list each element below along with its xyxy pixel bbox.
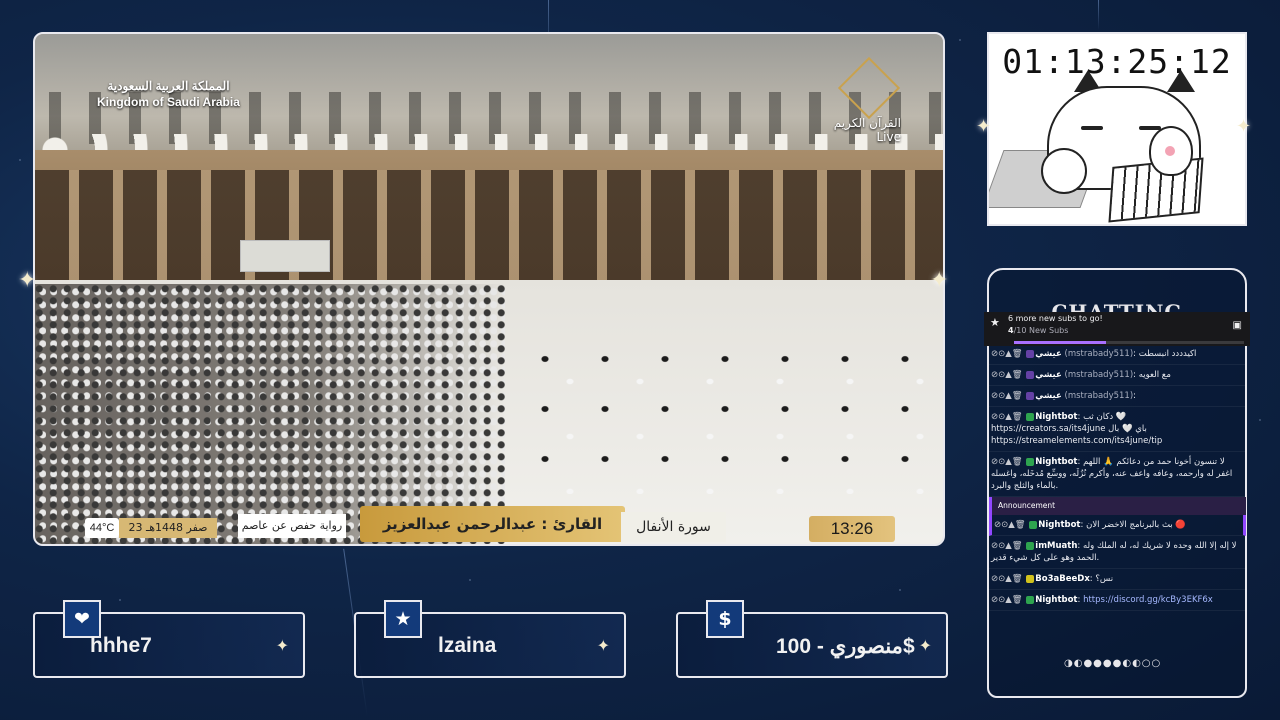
- subscriber-name: lzaina: [438, 634, 497, 657]
- chat-username[interactable]: Nightbot: [1035, 457, 1077, 467]
- broadcaster-watermark: المملكة العربية السعودية Kingdom of Saud…: [97, 78, 240, 110]
- chat-message[interactable]: ⊘⊙▲🗑 Nightbot: https://discord.gg/kcBy3E…: [989, 590, 1246, 611]
- chat-text: مع العويه: [1138, 370, 1171, 380]
- heart-icon: ❤: [63, 600, 101, 638]
- chat-username[interactable]: عيشي: [1035, 391, 1062, 401]
- mod-action-icons[interactable]: ⊘⊙▲🗑: [991, 457, 1025, 467]
- user-badge-icon: [1026, 349, 1035, 358]
- mod-action-icons[interactable]: ⊘⊙▲🗑: [991, 595, 1025, 605]
- reader-name: القارئ : عبدالرحمن عبدالعزيز السديس: [360, 506, 625, 542]
- mod-action-icons[interactable]: ⊘⊙▲🗑: [991, 541, 1025, 551]
- sparkle-icon: ✦: [930, 268, 949, 293]
- cat-ear: [1167, 70, 1195, 92]
- chat-message[interactable]: ⊘⊙▲🗑 عيشي (mstrabady511):: [989, 386, 1246, 407]
- chat-text: اكيدددد انبسطت: [1138, 349, 1197, 359]
- stream-timer: 01:13:25:12: [1002, 42, 1232, 81]
- chat-message[interactable]: ⊘⊙▲🗑 Nightbot: دكان ثب 🤍 https://creator…: [989, 407, 1246, 452]
- live-label: Live: [876, 130, 901, 144]
- sparkle-icon: ✦: [918, 636, 932, 655]
- chat-message[interactable]: ⊘⊙▲🗑 Bo3aBeeDx: نس؟: [989, 569, 1246, 590]
- alert-panel-subscriber: ★ lzaina ✦: [354, 600, 626, 678]
- country-arabic: المملكة العربية السعودية: [107, 79, 230, 93]
- goal-progress: 4/10 New Subs: [1008, 326, 1069, 335]
- chat-username[interactable]: Bo3aBeeDx: [1035, 574, 1090, 584]
- star-icon: ★: [990, 316, 1000, 329]
- surah-name: سورة الأنفال: [621, 512, 726, 542]
- chat-handle: (mstrabady511): [1064, 370, 1134, 380]
- pilgrims: [515, 334, 935, 494]
- announcement-header: Announcement: [989, 497, 1246, 515]
- goal-text: 6 more new subs to go!: [1008, 314, 1103, 323]
- chat-username[interactable]: Nightbot: [1038, 520, 1080, 530]
- chat-message[interactable]: ⊘⊙▲🗑 عيشي (mstrabady511): اكيدددد انبسطت: [989, 344, 1246, 365]
- chat-text: نس؟: [1095, 574, 1114, 584]
- chat-handle: (mstrabady511): [1064, 349, 1134, 359]
- chat-message[interactable]: ⊘⊙▲🗑 عيشي (mstrabady511): مع العويه: [989, 365, 1246, 386]
- webcam-frame: 01:13:25:12: [987, 32, 1247, 226]
- broadcast-clock: 13:26: [809, 516, 895, 542]
- user-badge-icon: [1026, 595, 1035, 604]
- temperature: 44°C: [85, 518, 119, 538]
- mod-action-icons[interactable]: ⊘⊙▲🗑: [991, 412, 1025, 422]
- user-badge-icon: [1029, 520, 1038, 529]
- user-badge-icon: [1026, 391, 1035, 400]
- goal-progress-bar: [1014, 341, 1244, 344]
- sparkle-icon: ✦: [18, 268, 37, 293]
- moon-phases-decoration: ◑◐●●●●◐◐○○: [1064, 658, 1162, 669]
- chat-username[interactable]: imMuath: [1035, 541, 1077, 551]
- live-video-frame: المملكة العربية السعودية Kingdom of Saud…: [33, 32, 945, 546]
- sparkle-icon: ✦: [976, 116, 992, 137]
- donation-text: منصوري - 100$: [776, 635, 915, 658]
- gift-icon[interactable]: ▣: [1233, 320, 1242, 331]
- chat-messages[interactable]: ⊘⊙▲🗑 عيشي (mstrabady511): اكيدددد انبسطت…: [989, 344, 1246, 640]
- sparkle-icon: ✦: [596, 636, 610, 655]
- riwaya-label: رواية حفص عن عاصم: [238, 514, 346, 538]
- chat-message[interactable]: ⊘⊙▲🗑 Nightbot: لا تنسون أخونا حمد من دعا…: [989, 452, 1246, 497]
- follower-name: hhhe7: [90, 634, 152, 657]
- chat-username[interactable]: Nightbot: [1035, 595, 1077, 605]
- sparkle-icon: ✦: [275, 636, 289, 655]
- sub-goal-widget[interactable]: ★ 6 more new subs to go! 4/10 New Subs ▣: [984, 312, 1250, 346]
- channel-name: القرآن الكريم: [833, 116, 901, 130]
- mod-action-icons[interactable]: ⊘⊙▲🗑: [991, 391, 1025, 401]
- chat-text: بث بالبرنامج الاخضر الان 🔴: [1086, 520, 1186, 530]
- user-badge-icon: [1026, 574, 1035, 583]
- alert-panel-follower: ❤ hhhe7 ✦: [33, 600, 305, 678]
- cat-paw: [1041, 148, 1087, 194]
- star-icon: ★: [384, 600, 422, 638]
- chat-message[interactable]: ⊘⊙▲🗑 Nightbot: بث بالبرنامج الاخضر الان …: [989, 515, 1246, 536]
- mod-action-icons[interactable]: ⊘⊙▲🗑: [991, 349, 1025, 359]
- sparkle-icon: ✦: [1236, 116, 1252, 137]
- user-badge-icon: [1026, 541, 1035, 550]
- user-badge-icon: [1026, 457, 1035, 466]
- channel-label: القرآن الكريم Live: [834, 116, 901, 144]
- alert-panel-donation: $ منصوري - 100$ ✦: [676, 600, 948, 678]
- user-badge-icon: [1026, 370, 1035, 379]
- cat-paw: [1149, 126, 1193, 176]
- lower-third: 44°C 23 صفر 1448هـ رواية حفص عن عاصم الق…: [35, 502, 943, 544]
- chat-username[interactable]: Nightbot: [1035, 412, 1077, 422]
- chat-username[interactable]: عيشي: [1035, 349, 1062, 359]
- mod-action-icons[interactable]: ⊘⊙▲🗑: [991, 574, 1025, 584]
- user-badge-icon: [1026, 412, 1035, 421]
- chat-text: https://discord.gg/kcBy3EKF6x: [1083, 595, 1213, 605]
- dollar-icon: $: [706, 600, 744, 638]
- chat-message[interactable]: ⊘⊙▲🗑 imMuath: لا إله إلا الله وحده لا شر…: [989, 536, 1246, 569]
- mod-action-icons[interactable]: ⊘⊙▲🗑: [991, 370, 1025, 380]
- chat-handle: (mstrabady511): [1064, 391, 1134, 401]
- hijri-date: 23 صفر 1448هـ: [119, 518, 217, 538]
- cat-eye: [1081, 126, 1103, 130]
- light-streak: [1098, 0, 1099, 30]
- mod-action-icons[interactable]: ⊘⊙▲🗑: [994, 520, 1028, 530]
- country-english: Kingdom of Saudi Arabia: [97, 95, 240, 109]
- video-scene: [35, 34, 943, 544]
- chat-username[interactable]: عيشي: [1035, 370, 1062, 380]
